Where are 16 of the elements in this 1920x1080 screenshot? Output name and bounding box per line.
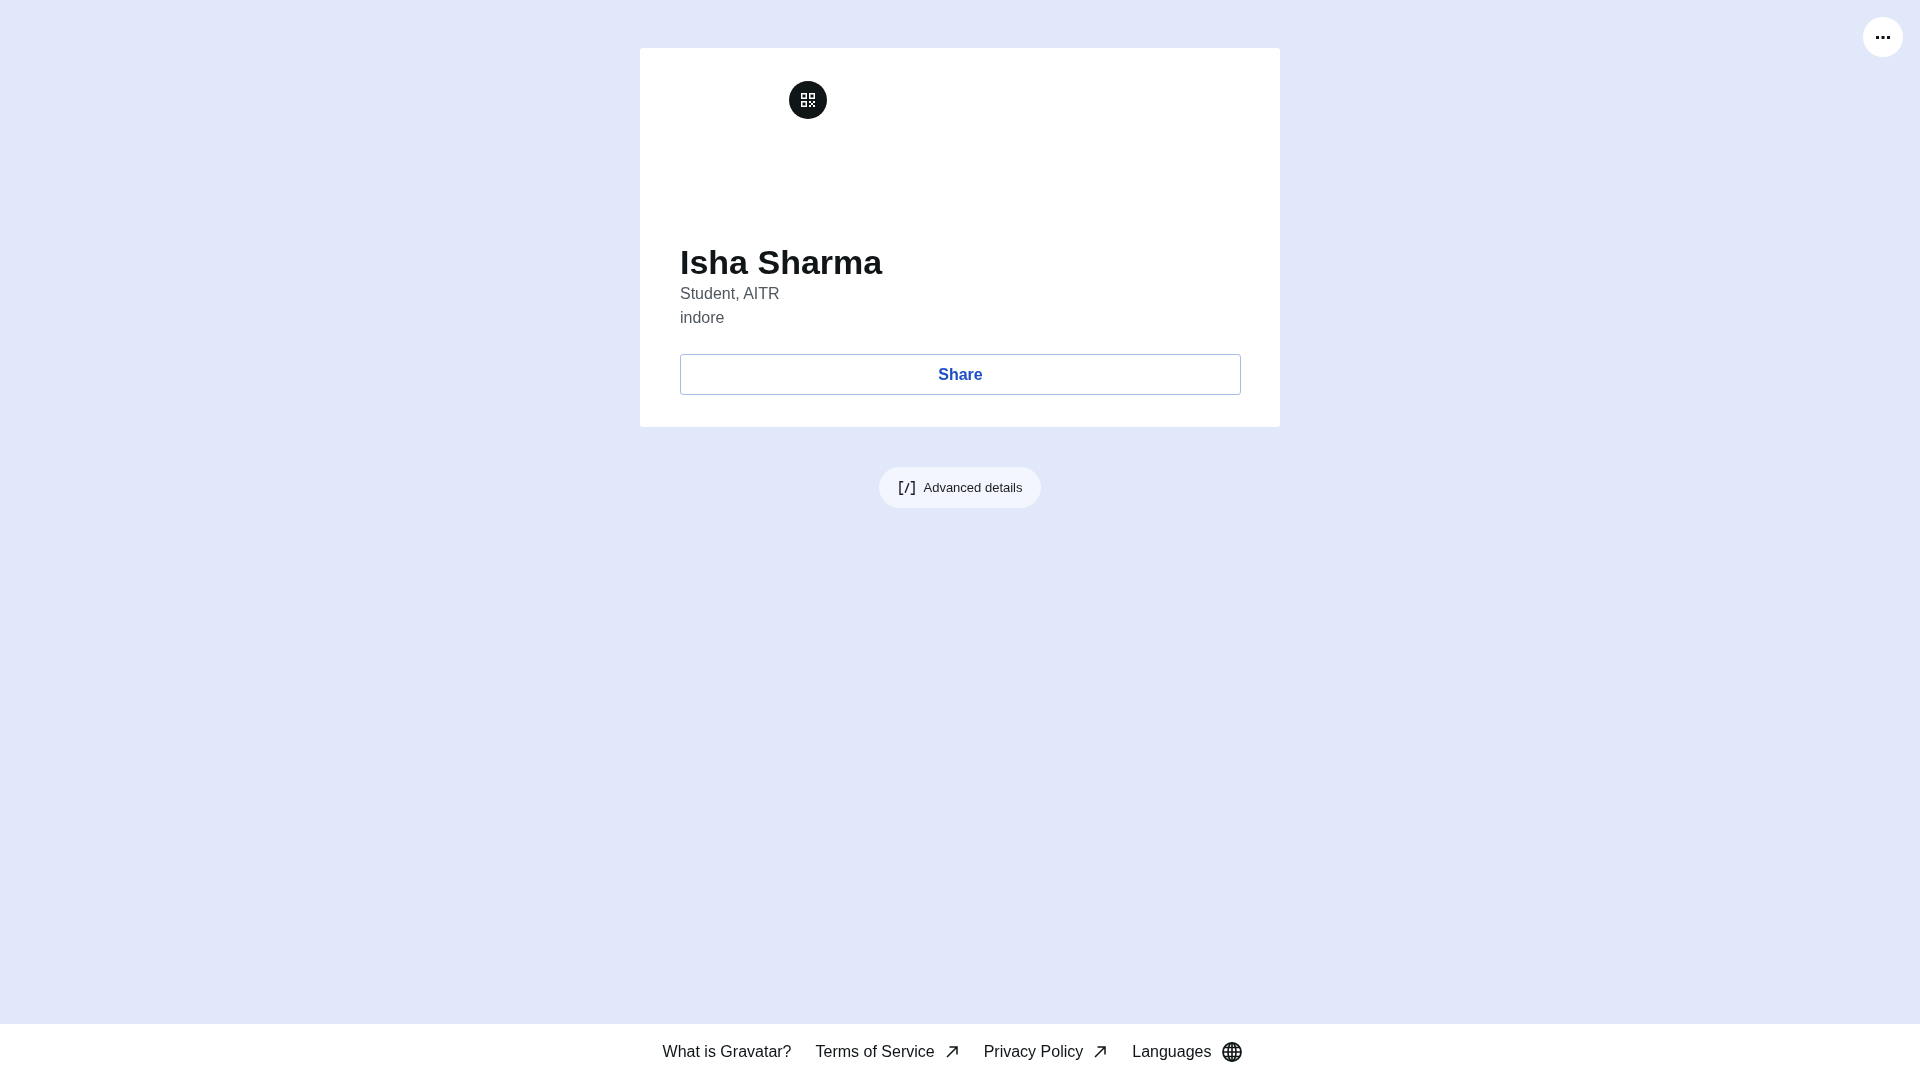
qr-code-button[interactable] [789,81,827,119]
code-icon [899,480,916,495]
footer-link[interactable]: Terms of Service [815,1043,960,1061]
arrow-up-right-icon [1094,1046,1107,1058]
more-icon [1876,35,1890,39]
advanced-details-button[interactable]: Advanced details [879,467,1041,508]
footer-link[interactable]: What is Gravatar? [662,1043,792,1061]
arrow-up-right-icon [945,1046,958,1058]
footer-link[interactable]: Privacy Policy [983,1043,1109,1061]
profile-detail: indore [680,308,725,328]
globe-icon [1222,1042,1243,1062]
qr-code-icon [801,93,815,107]
profile-detail: Student, AITR [680,284,780,304]
share-button[interactable]: Share [680,354,1241,395]
footer-link[interactable]: Languages [1132,1042,1243,1062]
profile-name: Isha Sharma [680,243,883,282]
